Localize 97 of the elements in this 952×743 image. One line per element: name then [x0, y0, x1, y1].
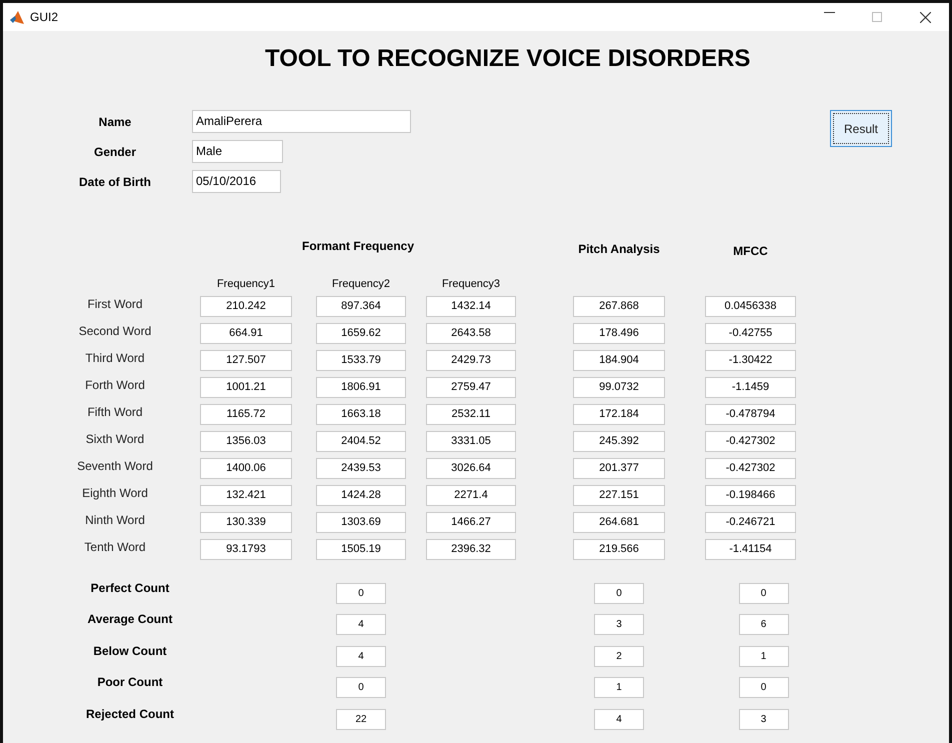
count-field: 0: [336, 677, 386, 698]
value-field: 172.184: [573, 404, 665, 425]
result-button[interactable]: Result: [830, 110, 892, 147]
close-icon[interactable]: [920, 12, 930, 22]
row-label: Second Word: [78, 324, 152, 338]
count-field: 0: [336, 582, 386, 604]
value-field: -1.30422: [705, 350, 796, 371]
value-field: 1356.03: [200, 431, 292, 452]
row-label: Forth Word: [85, 378, 145, 392]
row-label: Tenth Word: [84, 540, 146, 554]
field-label: Gender: [92, 144, 137, 158]
value-field: 3331.05: [426, 431, 516, 452]
count-label: Average Count: [88, 612, 172, 626]
row-label: First Word: [87, 296, 143, 310]
row-label: Sixth Word: [86, 432, 144, 446]
count-field: 0: [594, 582, 644, 604]
count-field: 4: [594, 708, 644, 730]
value-field: 227.151: [573, 485, 665, 506]
count-field: 4: [336, 614, 386, 635]
value-field: -0.427302: [705, 458, 796, 479]
column-heading: Frequency3: [442, 278, 500, 290]
value-field: 201.377: [573, 458, 665, 479]
value-field: 184.904: [573, 350, 665, 371]
value-field: 132.421: [200, 485, 292, 506]
count-field: 22: [336, 708, 386, 730]
value-field: 1505.19: [316, 539, 406, 560]
value-field: 897.364: [316, 296, 406, 317]
count-field: 3: [594, 614, 644, 635]
value-field: 219.566: [573, 539, 665, 560]
window-title: GUI2: [30, 10, 58, 24]
value-field: 264.681: [573, 512, 665, 533]
value-field: 1001.21: [200, 377, 292, 398]
value-field: 1165.72: [200, 404, 292, 425]
count-label: Perfect Count: [90, 580, 170, 595]
value-field: 245.392: [573, 431, 665, 452]
value-field: 2532.11: [426, 404, 516, 425]
value-field: 2429.73: [426, 350, 516, 371]
count-field: 0: [738, 582, 788, 604]
count-field: 4: [336, 646, 386, 666]
value-field: 2439.53: [316, 458, 406, 479]
value-field: 1432.14: [426, 296, 516, 317]
count-field: 3: [738, 708, 788, 730]
value-field: 664.91: [200, 323, 292, 344]
value-field: -0.427302: [705, 431, 796, 452]
value-field: 1303.69: [316, 512, 406, 533]
value-field: 178.496: [573, 323, 665, 344]
value-field: -1.1459: [705, 377, 796, 398]
value-field: -0.478794: [705, 404, 796, 425]
value-field: 1466.27: [426, 512, 516, 533]
value-field: 130.339: [200, 512, 292, 533]
count-field: 6: [738, 614, 788, 635]
column-heading: Frequency2: [332, 278, 390, 290]
value-field: 2271.4: [426, 485, 516, 506]
row-label: Ninth Word: [85, 512, 145, 526]
value-field: 267.868: [573, 296, 665, 317]
group-heading: MFCC: [733, 244, 768, 258]
value-field: 3026.64: [426, 458, 516, 479]
value-field: -0.246721: [705, 512, 796, 533]
value-field: 0.0456338: [705, 296, 796, 317]
app-heading: TOOL TO RECOGNIZE VOICE DISORDERS: [264, 44, 750, 74]
count-field: 1: [594, 677, 644, 698]
app-logo-icon: [10, 10, 24, 24]
count-field: 2: [594, 646, 644, 666]
value-field: 2404.52: [316, 431, 406, 452]
count-field: 0: [738, 677, 788, 698]
value-field: 1663.18: [316, 404, 406, 425]
count-label: Below Count: [93, 644, 167, 658]
value-field: -1.41154: [705, 539, 796, 560]
row-label: Fifth Word: [87, 404, 143, 418]
row-label: Seventh Word: [77, 458, 153, 472]
row-label: Eighth Word: [82, 486, 148, 500]
input-field[interactable]: Male: [192, 140, 283, 163]
input-field[interactable]: 05/10/2016: [192, 170, 281, 193]
value-field: 1424.28: [316, 485, 406, 506]
input-field[interactable]: AmaliPerera: [192, 110, 411, 133]
value-field: 1806.91: [316, 377, 406, 398]
field-label: Date of Birth: [78, 174, 152, 188]
value-field: 2643.58: [426, 323, 516, 344]
field-label: Name: [98, 114, 132, 128]
value-field: 210.242: [200, 296, 292, 317]
value-field: 2759.47: [426, 377, 516, 398]
value-field: 93.1793: [200, 539, 292, 560]
row-label: Third Word: [85, 350, 145, 364]
column-heading: Frequency1: [216, 278, 276, 290]
value-field: 1533.79: [316, 350, 406, 371]
value-field: -0.42755: [705, 323, 796, 344]
count-label: Poor Count: [97, 675, 163, 690]
value-field: 99.0732: [573, 377, 665, 398]
group-heading: Pitch Analysis: [578, 242, 660, 258]
value-field: -0.198466: [705, 485, 796, 506]
count-label: Rejected Count: [86, 706, 174, 721]
group-heading: Formant Frequency: [302, 239, 414, 255]
count-field: 1: [738, 646, 788, 666]
value-field: 127.507: [200, 350, 292, 371]
value-field: 2396.32: [426, 539, 516, 560]
value-field: 1400.06: [200, 458, 292, 479]
value-field: 1659.62: [316, 323, 406, 344]
